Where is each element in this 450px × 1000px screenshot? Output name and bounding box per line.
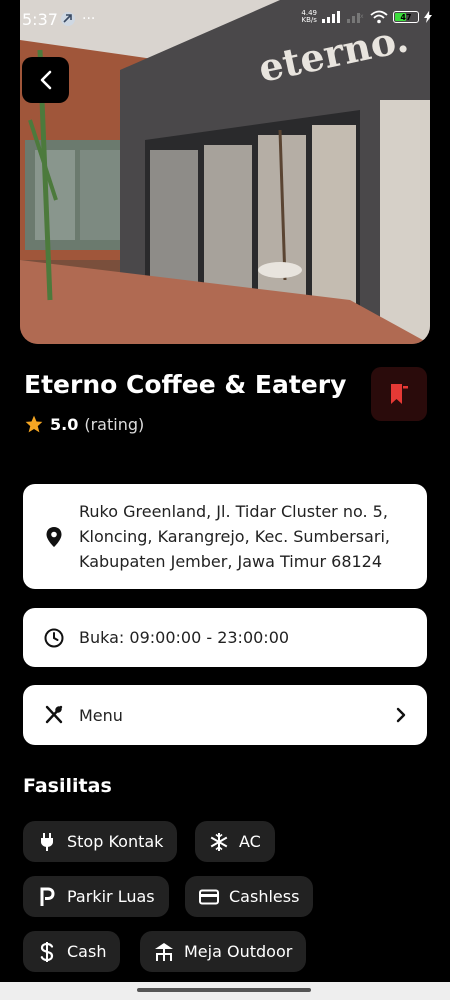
outdoor-table-icon	[155, 942, 173, 961]
back-button[interactable]	[22, 57, 69, 103]
location-pin-icon	[46, 526, 62, 547]
svg-text:x: x	[360, 13, 364, 20]
place-title: Eterno Coffee & Eatery	[24, 370, 347, 399]
rating-value: 5.0	[50, 414, 79, 434]
opening-hours-card: Buka: 09:00:00 - 23:00:00	[23, 608, 427, 667]
facility-chip-meja-outdoor: Meja Outdoor	[140, 931, 307, 972]
address-text: Ruko Greenland, Jl. Tidar Cluster no. 5,…	[79, 502, 390, 571]
signal-2-icon: x	[347, 13, 364, 23]
opening-hours-text: Buka: 09:00:00 - 23:00:00	[79, 628, 290, 647]
snowflake-icon	[210, 832, 228, 851]
bookmark-button[interactable]	[371, 367, 427, 421]
system-nav-bar	[0, 982, 450, 1000]
signal-icon	[322, 11, 340, 23]
facility-chip-stop-kontak: Stop Kontak	[23, 821, 178, 862]
charging-icon	[424, 11, 432, 23]
card-icon	[199, 889, 219, 904]
status-bar: 5:37 ··· 4.49 KB/s x 47	[0, 0, 450, 40]
utensils-icon	[45, 705, 63, 724]
rating: 5.0 (rating)	[24, 414, 144, 434]
chevron-left-icon	[40, 70, 51, 90]
more-icon: ···	[82, 11, 96, 27]
net-speed: 4.49 KB/s	[301, 9, 317, 24]
storefront-illustration: eterno.	[20, 0, 430, 344]
facility-chip-cash: Cash	[23, 931, 121, 972]
place-photo: eterno.	[20, 0, 430, 344]
address-card[interactable]: Ruko Greenland, Jl. Tidar Cluster no. 5,…	[23, 484, 427, 589]
battery-icon: 47	[393, 11, 419, 23]
home-indicator[interactable]	[137, 988, 311, 992]
wifi-icon	[370, 10, 388, 24]
bookmark-icon	[391, 384, 408, 404]
plug-icon	[41, 832, 53, 851]
parking-icon	[40, 887, 55, 906]
facilities-title: Fasilitas	[23, 775, 112, 797]
facility-chip-ac: AC	[195, 821, 275, 862]
chevron-right-icon	[396, 707, 406, 723]
clock-icon	[44, 628, 64, 647]
menu-button[interactable]: Menu	[23, 685, 427, 745]
menu-label: Menu	[79, 705, 123, 725]
rating-label: (rating)	[84, 414, 145, 434]
facility-chip-cashless: Cashless	[185, 876, 314, 917]
star-icon	[25, 415, 43, 433]
facility-chip-parkir-luas: Parkir Luas	[23, 876, 169, 917]
vpn-icon	[61, 12, 75, 26]
dollar-icon	[40, 941, 54, 962]
status-time: 5:37	[22, 10, 58, 29]
